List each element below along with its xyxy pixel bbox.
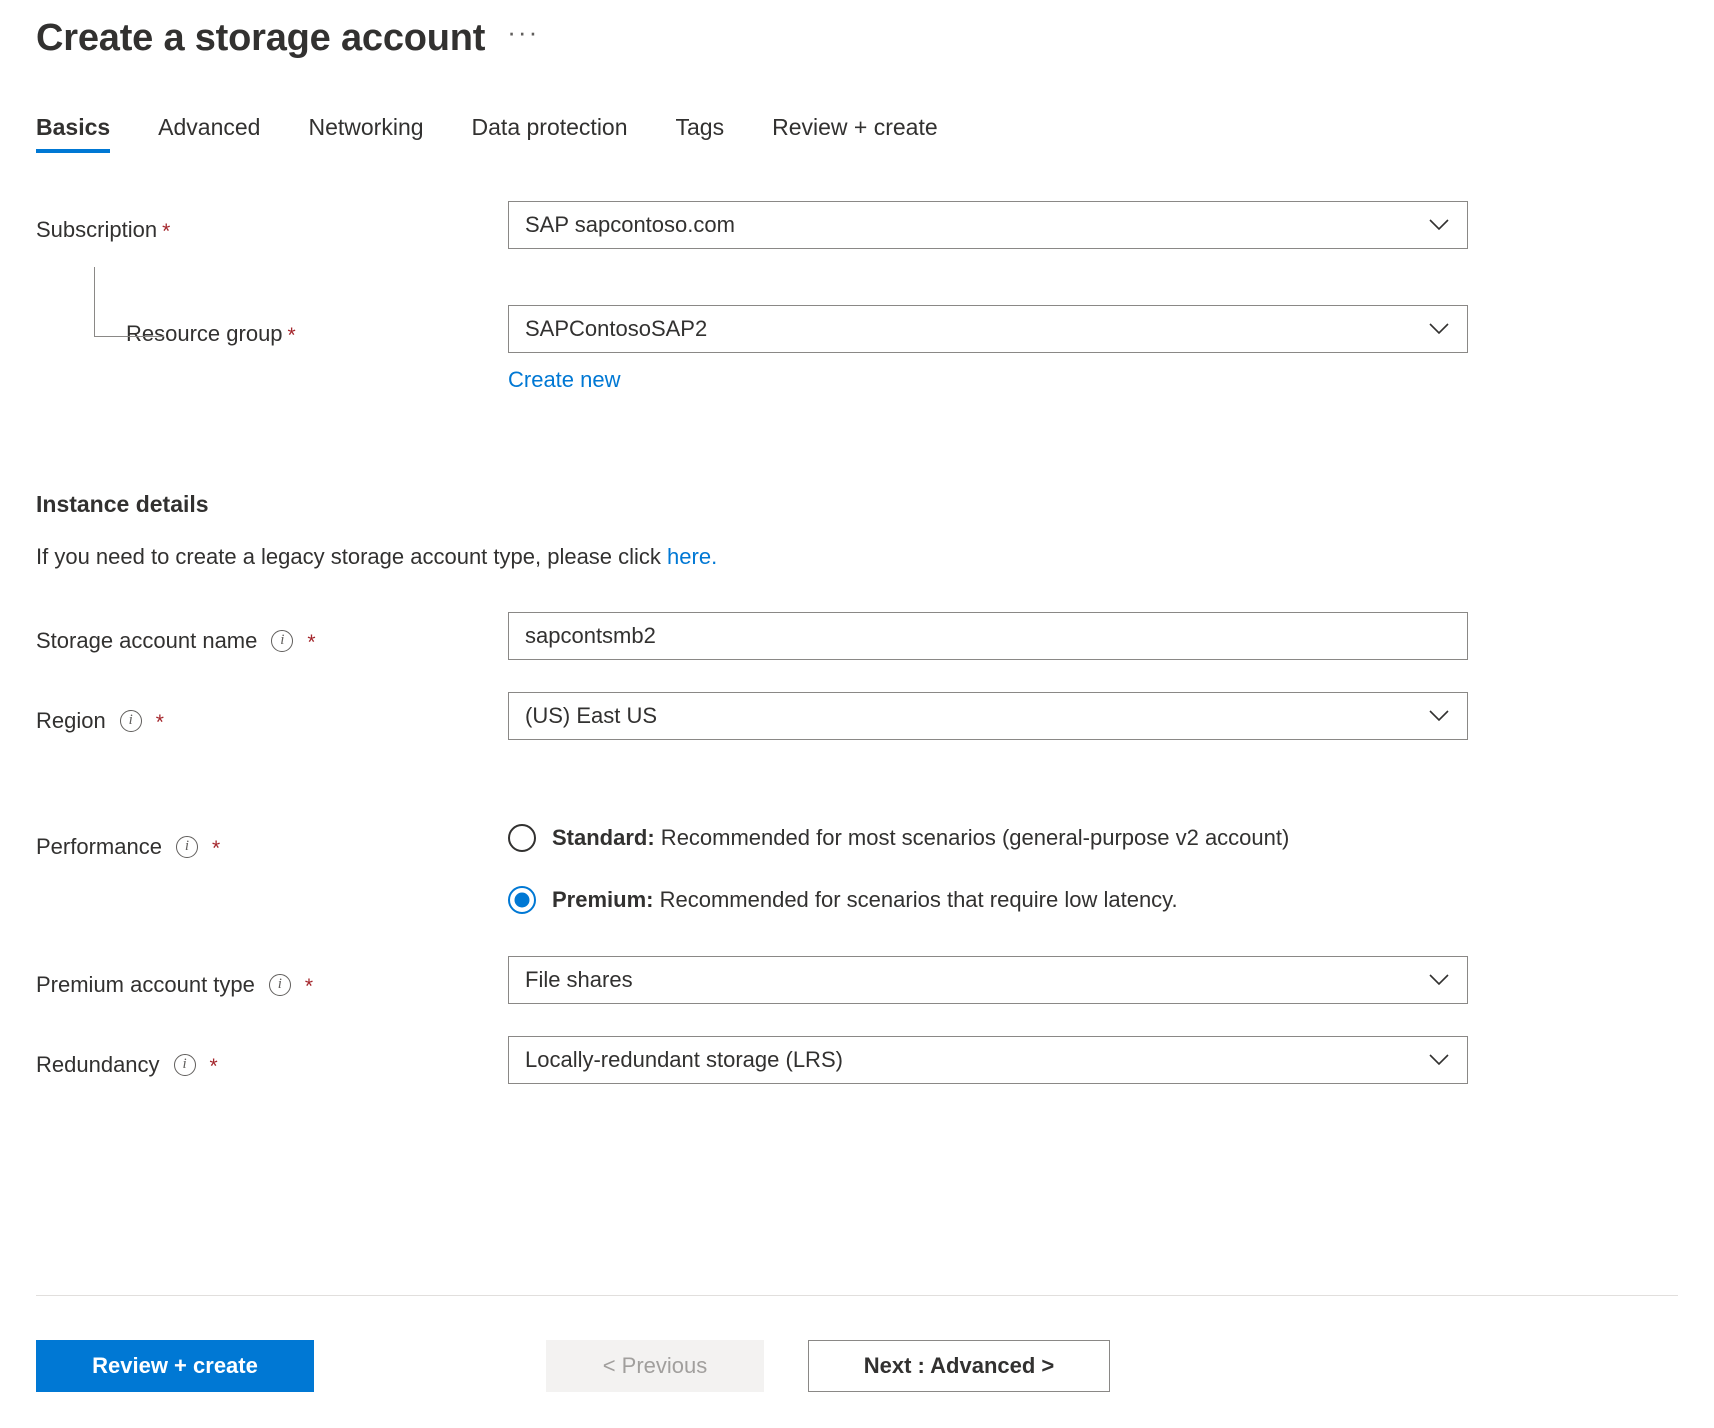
storage-account-name-control: sapcontsmb2 — [508, 611, 1714, 660]
tab-data-protection-label: Data protection — [471, 113, 628, 140]
tab-networking[interactable]: Networking — [284, 114, 447, 153]
storage-account-name-value: sapcontsmb2 — [525, 622, 656, 648]
subscription-dropdown[interactable]: SAP sapcontoso.com — [508, 200, 1468, 249]
premium-account-type-label-text: Premium account type — [36, 971, 255, 997]
subscription-label-text: Subscription — [36, 216, 158, 242]
legacy-storage-note: If you need to create a legacy storage a… — [36, 544, 1714, 570]
chevron-down-icon — [1429, 1054, 1449, 1066]
instance-details-section: Instance details If you need to create a… — [36, 491, 1714, 570]
info-icon[interactable]: i — [271, 629, 294, 652]
basics-form: Subscription * SAP sapcontoso.com Resour… — [0, 200, 1714, 1084]
resource-group-control: SAPContosoSAP2 Create new — [508, 304, 1714, 393]
page-title: Create a storage account — [36, 17, 486, 59]
resource-group-required-marker: * — [287, 324, 296, 348]
radio-premium-icon[interactable] — [508, 885, 536, 914]
performance-required-marker: * — [211, 837, 221, 861]
redundancy-required-marker: * — [209, 1055, 218, 1079]
footer-actions: Review + create < Previous Next : Advanc… — [36, 1340, 1110, 1392]
review-create-button[interactable]: Review + create — [36, 1340, 314, 1392]
resource-group-row: Resource group * SAPContosoSAP2 Create n… — [36, 266, 1714, 393]
legacy-storage-here-link[interactable]: here. — [667, 544, 717, 569]
storage-account-name-label-text: Storage account name — [36, 627, 258, 653]
storage-account-name-label: Storage account name i * — [36, 612, 508, 660]
subscription-row: Subscription * SAP sapcontoso.com — [36, 200, 1714, 249]
tab-basics-label: Basics — [36, 113, 111, 140]
performance-option-premium-bold: Premium: — [552, 886, 654, 912]
region-label: Region i * — [36, 692, 508, 740]
create-new-resource-group-link[interactable]: Create new — [508, 367, 621, 393]
redundancy-dropdown[interactable]: Locally-redundant storage (LRS) — [508, 1035, 1468, 1084]
redundancy-label-text: Redundancy — [36, 1051, 160, 1077]
performance-label: Performance i * — [36, 818, 508, 866]
tab-review-create[interactable]: Review + create — [748, 114, 962, 153]
performance-option-standard[interactable]: Standard: Recommended for most scenarios… — [508, 823, 1714, 852]
premium-account-type-row: Premium account type i * File shares — [36, 955, 1714, 1004]
tab-tags-label: Tags — [675, 113, 725, 140]
region-label-text: Region — [36, 707, 106, 733]
info-icon[interactable]: i — [119, 709, 142, 732]
instance-details-title: Instance details — [36, 490, 209, 517]
region-control: (US) East US — [508, 691, 1714, 740]
radio-standard-icon[interactable] — [508, 823, 536, 852]
premium-account-type-control: File shares — [508, 955, 1714, 1004]
performance-option-standard-bold: Standard: — [552, 824, 655, 850]
region-required-marker: * — [155, 711, 164, 735]
chevron-down-icon — [1429, 974, 1449, 986]
premium-account-type-value: File shares — [525, 966, 633, 992]
premium-account-type-required-marker: * — [304, 975, 314, 999]
redundancy-control: Locally-redundant storage (LRS) — [508, 1035, 1714, 1084]
storage-account-name-row: Storage account name i * sapcontsmb2 — [36, 611, 1714, 660]
storage-account-name-required-marker: * — [307, 631, 316, 655]
region-value: (US) East US — [525, 702, 658, 728]
tab-basics[interactable]: Basics — [36, 114, 134, 153]
redundancy-value: Locally-redundant storage (LRS) — [525, 1046, 843, 1072]
region-row: Region i * (US) East US — [36, 691, 1714, 740]
subscription-control: SAP sapcontoso.com — [508, 200, 1714, 249]
performance-option-premium-label: Premium: Recommended for scenarios that … — [552, 887, 1178, 913]
chevron-down-icon — [1429, 323, 1449, 335]
subscription-value: SAP sapcontoso.com — [525, 211, 735, 237]
chevron-down-icon — [1429, 219, 1449, 231]
performance-option-standard-desc: Recommended for most scenarios (general-… — [654, 824, 1290, 850]
tab-advanced[interactable]: Advanced — [134, 114, 284, 153]
region-dropdown[interactable]: (US) East US — [508, 691, 1468, 740]
tab-data-protection[interactable]: Data protection — [448, 114, 652, 153]
resource-group-dropdown[interactable]: SAPContosoSAP2 — [508, 304, 1468, 353]
resource-group-label-text: Resource group — [126, 320, 283, 346]
storage-account-name-input[interactable]: sapcontsmb2 — [508, 611, 1468, 660]
info-icon[interactable]: i — [173, 1053, 196, 1076]
tab-review-create-label: Review + create — [772, 113, 938, 140]
info-icon[interactable]: i — [175, 835, 198, 858]
premium-account-type-dropdown[interactable]: File shares — [508, 955, 1468, 1004]
redundancy-row: Redundancy i * Locally-redundant storage… — [36, 1035, 1714, 1084]
footer-divider — [36, 1294, 1678, 1296]
legacy-storage-note-text: If you need to create a legacy storage a… — [36, 543, 668, 569]
tab-networking-label: Networking — [308, 113, 424, 140]
resource-group-value: SAPContosoSAP2 — [525, 315, 708, 341]
subscription-required-marker: * — [162, 220, 171, 244]
resource-group-label: Resource group * — [36, 305, 508, 353]
previous-button: < Previous — [546, 1340, 764, 1392]
premium-account-type-label: Premium account type i * — [36, 956, 508, 1004]
redundancy-label: Redundancy i * — [36, 1036, 508, 1084]
performance-option-standard-label: Standard: Recommended for most scenarios… — [552, 825, 1289, 851]
performance-option-premium[interactable]: Premium: Recommended for scenarios that … — [508, 885, 1714, 914]
chevron-down-icon — [1429, 710, 1449, 722]
performance-option-premium-desc: Recommended for scenarios that require l… — [653, 886, 1178, 912]
tab-bar: Basics Advanced Networking Data protecti… — [0, 114, 1714, 153]
tab-advanced-label: Advanced — [158, 113, 261, 140]
tab-tags[interactable]: Tags — [652, 114, 749, 153]
page-header: Create a storage account ··· — [0, 0, 1714, 62]
more-options-icon[interactable]: ··· — [507, 19, 539, 51]
performance-control: Standard: Recommended for most scenarios… — [508, 818, 1714, 914]
subscription-label: Subscription * — [36, 201, 508, 249]
info-icon[interactable]: i — [268, 973, 291, 996]
performance-row: Performance i * Standard: Recommended fo… — [36, 818, 1714, 914]
performance-label-text: Performance — [36, 833, 162, 859]
next-advanced-button[interactable]: Next : Advanced > — [808, 1340, 1110, 1392]
